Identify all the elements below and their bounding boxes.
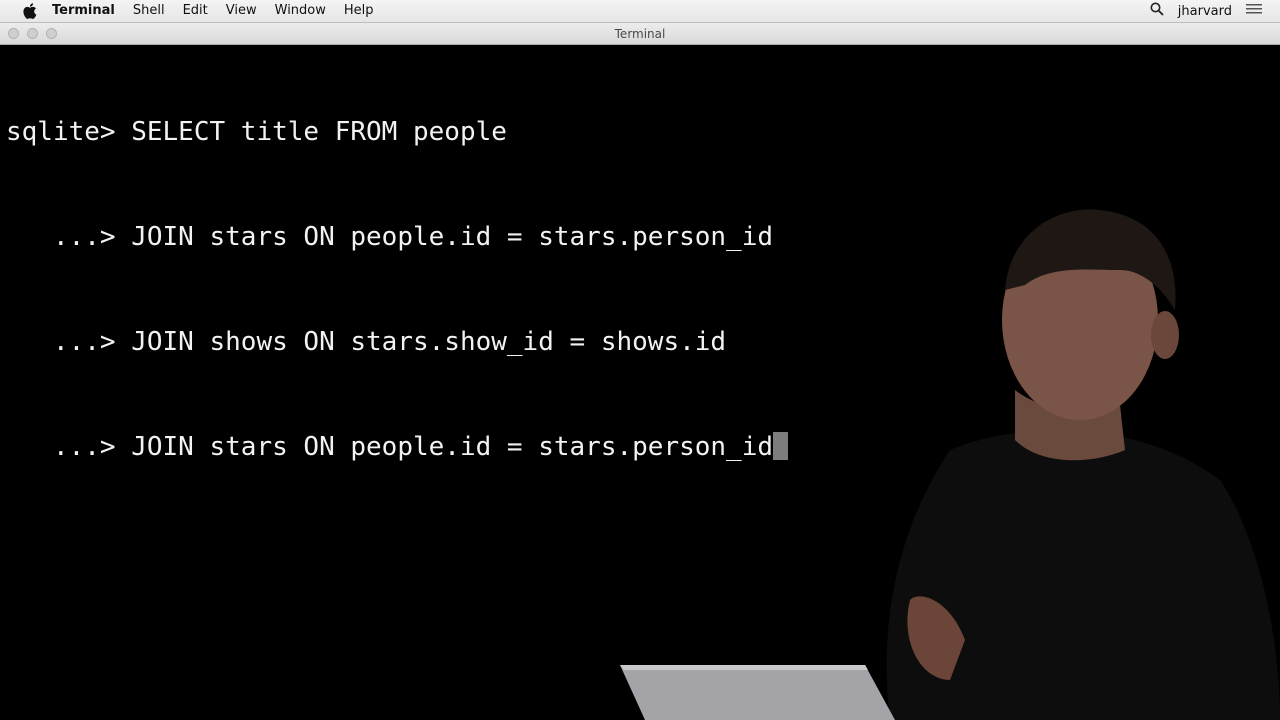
menubar-status-area: jharvard xyxy=(1150,0,1262,22)
minimize-button[interactable] xyxy=(27,28,38,39)
menu-help[interactable]: Help xyxy=(344,0,374,22)
window-controls xyxy=(8,28,57,39)
zoom-button[interactable] xyxy=(46,28,57,39)
window-title: Terminal xyxy=(614,26,666,41)
close-button[interactable] xyxy=(8,28,19,39)
presenter-video-overlay xyxy=(620,209,1280,720)
menu-edit[interactable]: Edit xyxy=(183,0,208,22)
terminal-pane[interactable]: sqlite> SELECT title FROM people ...> JO… xyxy=(0,45,1280,720)
menu-window[interactable]: Window xyxy=(275,0,326,22)
menu-bar: Terminal Shell Edit View Window Help jha… xyxy=(0,0,1280,23)
user-name[interactable]: jharvard xyxy=(1178,4,1232,19)
menu-terminal[interactable]: Terminal xyxy=(52,0,115,22)
apple-icon[interactable] xyxy=(22,3,38,19)
menu-list-icon[interactable] xyxy=(1246,3,1262,19)
search-icon[interactable] xyxy=(1150,2,1164,20)
menu-view[interactable]: View xyxy=(226,0,257,22)
window-title-bar[interactable]: Terminal xyxy=(0,23,1280,45)
menu-shell[interactable]: Shell xyxy=(133,0,165,22)
